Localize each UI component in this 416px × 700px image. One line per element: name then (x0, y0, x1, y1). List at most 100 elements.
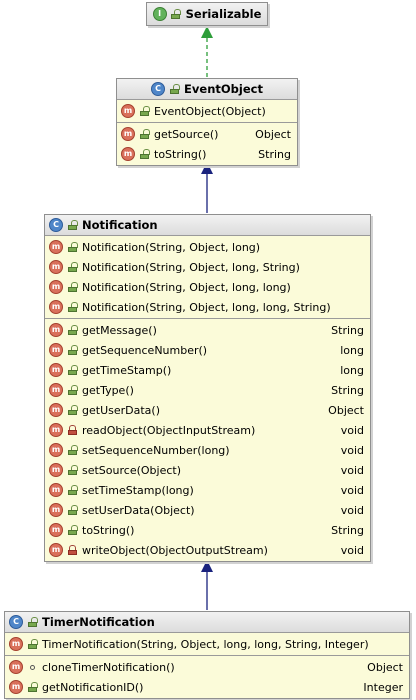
method-icon: m (49, 443, 63, 457)
member-name: toString() (82, 523, 135, 537)
member-type: String (258, 147, 291, 161)
serializable-title: Serializable (185, 7, 262, 21)
method-icon: m (49, 280, 63, 294)
member-name: Notification(String, Object, long, long) (82, 280, 291, 294)
eventobject-methods: m getSource() Object m toString() String (117, 123, 297, 165)
method-icon: m (121, 104, 135, 118)
member-type: Integer (363, 680, 403, 694)
member-row[interactable]: m setUserData(Object) void (45, 500, 370, 520)
member-row[interactable]: m EventObject(Object) (117, 101, 297, 121)
member-type: String (331, 523, 364, 537)
public-lock-icon (66, 484, 78, 496)
member-type: void (340, 443, 364, 457)
member-row[interactable]: m Notification(String, Object, long, long… (45, 277, 370, 297)
public-lock-icon (66, 524, 78, 536)
extends-arrow-notification (201, 162, 213, 213)
member-type: void (340, 503, 364, 517)
member-row[interactable]: m writeObject(ObjectOutputStream) void (45, 540, 370, 560)
method-icon: m (49, 343, 63, 357)
member-type: String (331, 323, 364, 337)
public-lock-icon (26, 681, 38, 693)
public-lock-icon (168, 83, 180, 95)
member-name: setSequenceNumber(long) (82, 443, 230, 457)
public-lock-icon (138, 128, 150, 140)
timernotification-title: TimerNotification (42, 615, 155, 629)
member-type: void (340, 463, 364, 477)
method-icon: m (9, 680, 23, 694)
class-icon: C (151, 82, 166, 96)
public-lock-icon (138, 148, 150, 160)
timernotification-constructors: m TimerNotification(String, Object, long… (5, 633, 409, 656)
public-lock-icon (66, 219, 78, 231)
member-type: void (340, 423, 364, 437)
class-icon: C (49, 218, 63, 232)
timernotification-class-box[interactable]: C TimerNotification m TimerNotification(… (4, 611, 410, 699)
member-row[interactable]: m getSequenceNumber() long (45, 340, 370, 360)
member-name: getSource() (154, 127, 219, 141)
member-row[interactable]: m cloneTimerNotification() Object (5, 657, 409, 677)
member-name: getNotificationID() (42, 680, 144, 694)
member-name: setSource(Object) (82, 463, 181, 477)
public-lock-icon (170, 8, 182, 20)
member-name: cloneTimerNotification() (42, 660, 175, 674)
private-lock-icon (66, 544, 78, 556)
member-type: Object (255, 127, 291, 141)
public-lock-icon (66, 241, 78, 253)
member-row[interactable]: m readObject(ObjectInputStream) void (45, 420, 370, 440)
class-icon: C (9, 615, 23, 629)
eventobject-class-box[interactable]: C EventObject m EventObject(Object) m ge… (116, 78, 298, 166)
member-row[interactable]: m setTimeStamp(long) void (45, 480, 370, 500)
timernotification-methods: m cloneTimerNotification() Object m getN… (5, 656, 409, 698)
member-row[interactable]: m getTimeStamp() long (45, 360, 370, 380)
member-name: getTimeStamp() (82, 363, 172, 377)
eventobject-header: C EventObject (117, 79, 297, 100)
public-lock-icon (26, 616, 38, 628)
extends-arrow-timer (201, 560, 213, 610)
member-row[interactable]: m Notification(String, Object, long, long… (45, 297, 370, 317)
member-row[interactable]: m getSource() Object (117, 124, 297, 144)
member-row[interactable]: m getType() String (45, 380, 370, 400)
member-name: getType() (82, 383, 134, 397)
method-icon: m (49, 240, 63, 254)
public-lock-icon (66, 504, 78, 516)
member-name: Notification(String, Object, long, long,… (82, 300, 331, 314)
member-name: setUserData(Object) (82, 503, 195, 517)
method-icon: m (49, 403, 63, 417)
member-row[interactable]: m Notification(String, Object, long) (45, 237, 370, 257)
method-icon: m (49, 543, 63, 557)
timernotification-header: C TimerNotification (5, 612, 409, 633)
method-icon: m (49, 483, 63, 497)
private-lock-icon (66, 424, 78, 436)
member-name: toString() (154, 147, 207, 161)
method-icon: m (49, 323, 63, 337)
public-lock-icon (66, 404, 78, 416)
member-row[interactable]: m toString() String (45, 520, 370, 540)
member-row[interactable]: m TimerNotification(String, Object, long… (5, 634, 409, 654)
implements-arrow (201, 26, 213, 77)
public-lock-icon (66, 301, 78, 313)
notification-class-box[interactable]: C Notification m Notification(String, Obj… (44, 214, 371, 562)
public-lock-icon (66, 281, 78, 293)
member-row[interactable]: m getUserData() Object (45, 400, 370, 420)
member-name: getSequenceNumber() (82, 343, 208, 357)
member-type: long (340, 363, 364, 377)
member-name: EventObject(Object) (154, 104, 266, 118)
member-row[interactable]: m getNotificationID() Integer (5, 677, 409, 697)
member-type: void (340, 543, 364, 557)
eventobject-constructors: m EventObject(Object) (117, 100, 297, 123)
public-lock-icon (66, 261, 78, 273)
method-icon: m (49, 503, 63, 517)
member-row[interactable]: m Notification(String, Object, long, Stri… (45, 257, 370, 277)
public-lock-icon (66, 364, 78, 376)
public-lock-icon (66, 344, 78, 356)
member-row[interactable]: m getMessage() String (45, 320, 370, 340)
public-lock-icon (66, 444, 78, 456)
member-row[interactable]: m toString() String (117, 144, 297, 164)
interface-icon: I (152, 7, 167, 21)
serializable-interface-box[interactable]: I Serializable (146, 2, 268, 26)
public-lock-icon (26, 638, 38, 650)
member-row[interactable]: m setSource(Object) void (45, 460, 370, 480)
member-row[interactable]: m setSequenceNumber(long) void (45, 440, 370, 460)
method-icon: m (121, 127, 135, 141)
method-icon: m (49, 363, 63, 377)
